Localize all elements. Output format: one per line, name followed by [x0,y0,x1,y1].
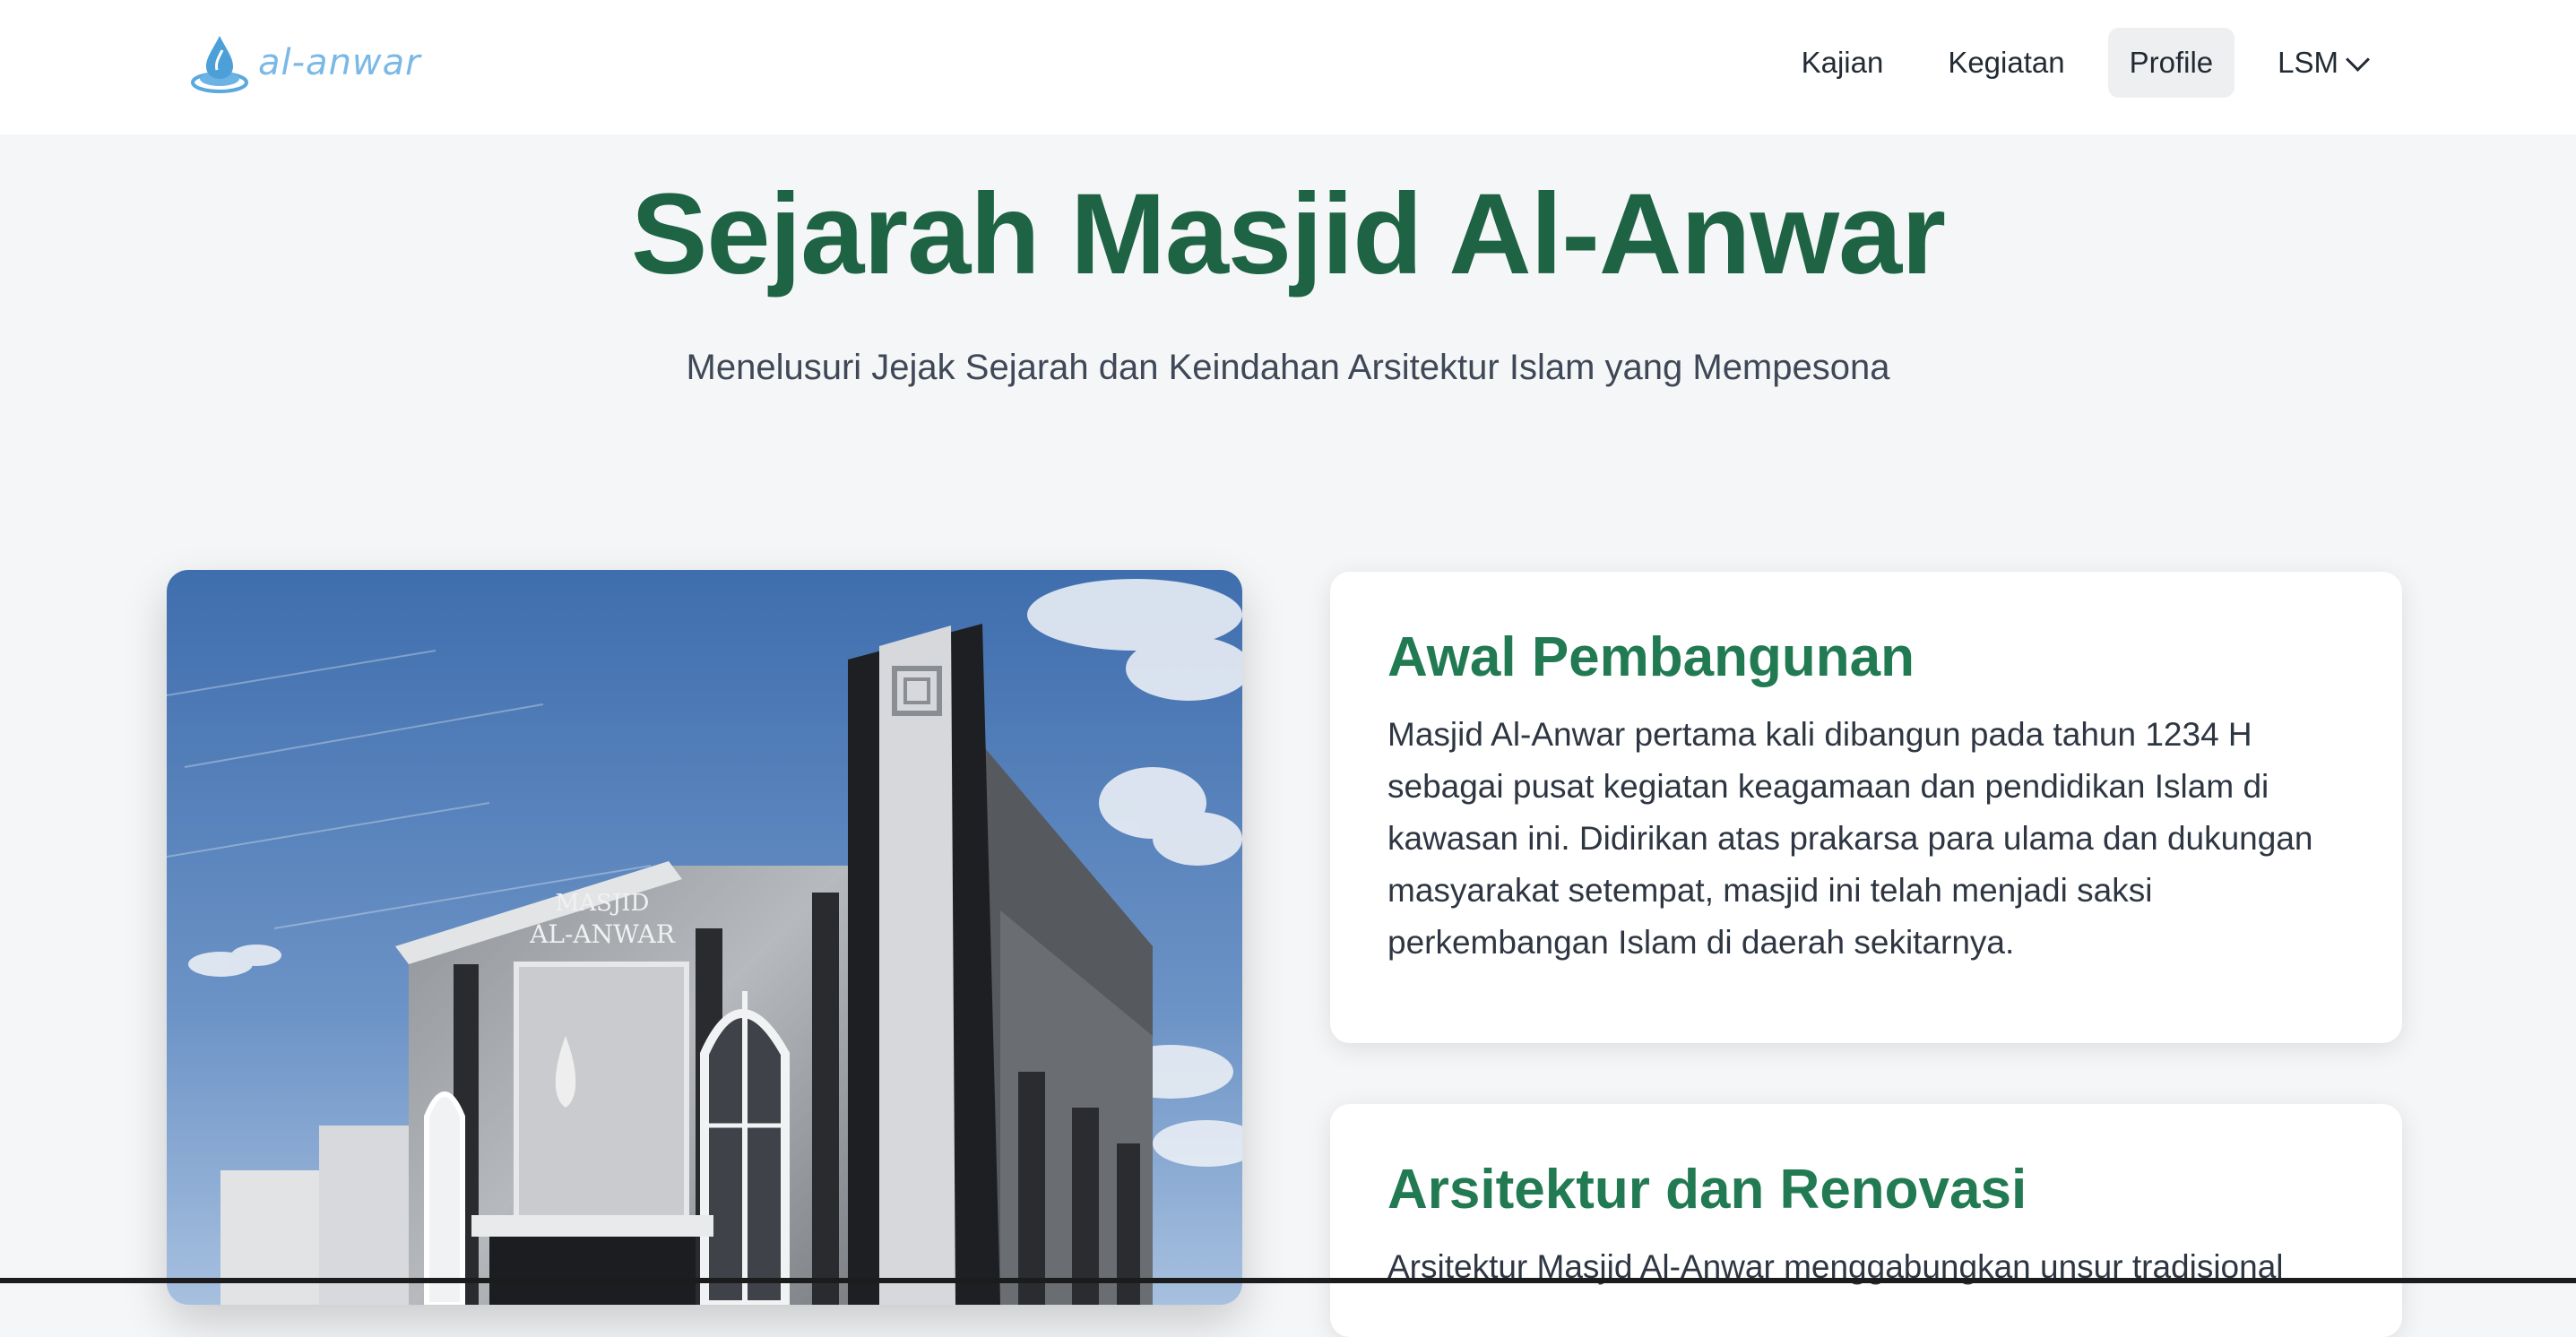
section-card-awal-pembangunan: Awal Pembangunan Masjid Al-Anwar pertama… [1330,572,2402,1043]
nav-item-lsm-label: LSM [2278,46,2338,79]
nav-item-kajian[interactable]: Kajian [1780,28,1906,98]
section-title: Arsitektur dan Renovasi [1387,1159,2027,1221]
photo-sign-line2: AL-ANWAR [529,919,676,949]
mosque-illustration: MASJID AL-ANWAR [167,570,1242,1305]
chevron-down-icon [2346,47,2370,72]
page-subtitle: Menelusuri Jejak Sejarah dan Keindahan A… [686,348,1890,387]
window-bottom-edge [0,1278,2576,1283]
page-title: Sejarah Masjid Al-Anwar [631,170,1946,298]
section-body: Masjid Al-Anwar pertama kali dibangun pa… [1387,716,2313,961]
section-body: Arsitektur Masjid Al-Anwar menggabungkan… [1387,1248,2284,1285]
main-nav: Kajian Kegiatan Profile LSM [1780,27,2388,99]
nav-item-lsm-dropdown[interactable]: LSM [2256,28,2388,98]
nav-item-profile[interactable]: Profile [2107,28,2235,98]
photo-sign-line1: MASJID [556,890,650,917]
mosque-photo: MASJID AL-ANWAR [167,570,1242,1305]
nav-item-kegiatan[interactable]: Kegiatan [1926,28,2086,98]
logo-wordmark: al-anwar [258,42,421,83]
section-card-arsitektur: Arsitektur dan Renovasi Arsitektur Masji… [1330,1104,2402,1337]
section-title: Awal Pembangunan [1387,626,1915,688]
site-logo[interactable]: al-anwar [190,30,423,95]
water-drop-logo-icon [191,36,248,93]
navbar: al-anwar Kajian Kegiatan Profile LSM [0,0,2576,134]
